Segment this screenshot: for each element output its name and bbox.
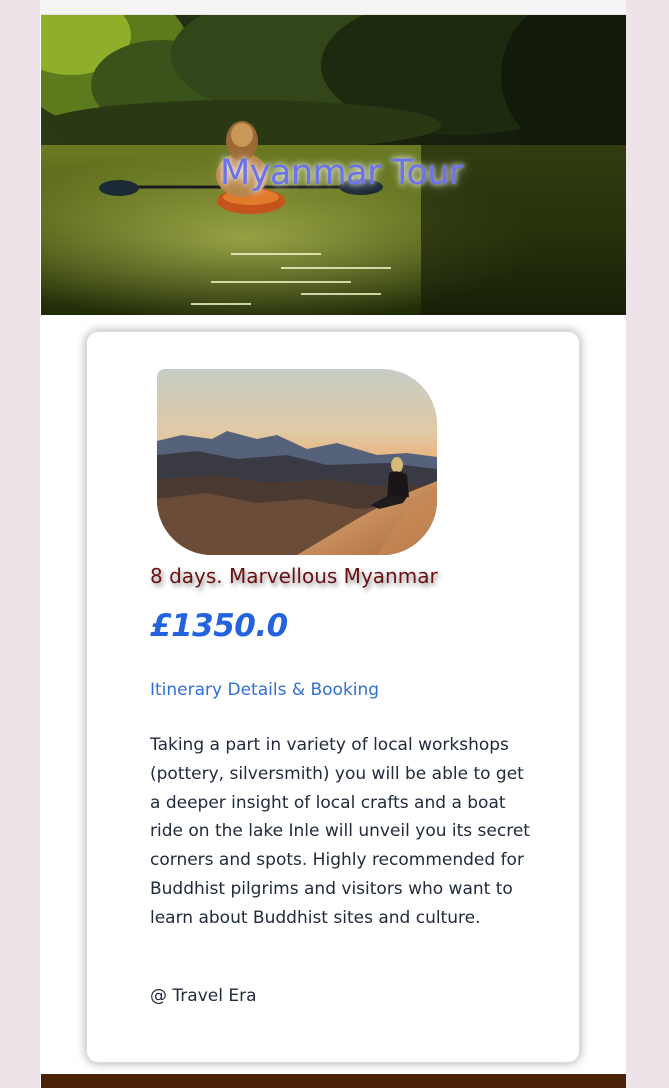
itinerary-booking-link[interactable]: Itinerary Details & Booking <box>150 680 379 700</box>
top-bar <box>40 0 626 15</box>
tour-card: 8 days. Marvellous Myanmar £1350.0 Itine… <box>86 331 580 1063</box>
tour-title: 8 days. Marvellous Myanmar <box>150 564 438 588</box>
hero-banner: Myanmar Tour <box>41 15 626 315</box>
credit-text: @ Travel Era <box>150 986 257 1006</box>
tour-description: Taking a part in variety of local worksh… <box>150 735 530 928</box>
tour-image <box>157 369 437 555</box>
hero-title: Myanmar Tour <box>219 153 464 193</box>
tour-price: £1350.0 <box>150 608 288 644</box>
footer-bar <box>41 1074 626 1088</box>
page-container: Myanmar Tour 8 days. Marvellous Myanmar … <box>40 0 626 1088</box>
